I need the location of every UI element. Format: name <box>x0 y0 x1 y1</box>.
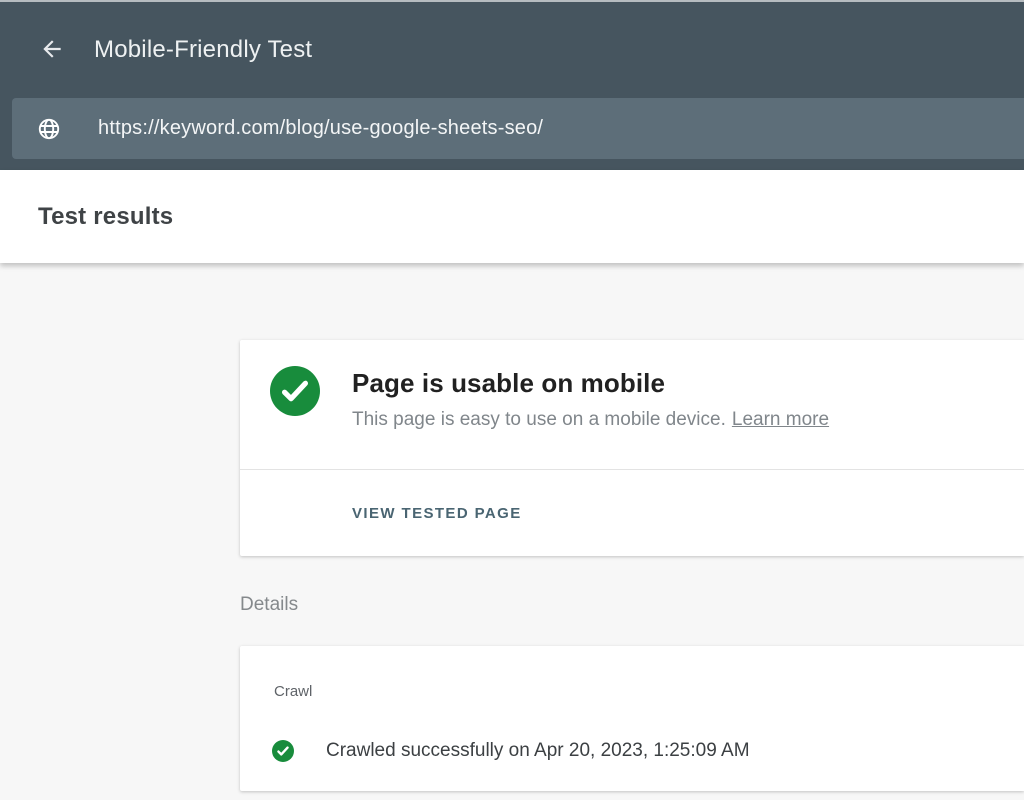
summary-text: Page is usable on mobile This page is ea… <box>352 368 829 431</box>
back-button[interactable] <box>38 36 66 64</box>
app-header: Mobile-Friendly Test https://keyword.com… <box>0 2 1024 170</box>
check-circle-icon <box>272 740 294 762</box>
check-circle-icon <box>270 366 320 416</box>
globe-icon <box>37 117 61 141</box>
result-summary: Page is usable on mobile This page is ea… <box>240 340 1024 470</box>
status-description-text: This page is easy to use on a mobile dev… <box>352 409 726 430</box>
view-tested-page-button[interactable]: VIEW TESTED PAGE <box>352 505 522 522</box>
card-actions: VIEW TESTED PAGE <box>240 470 1024 556</box>
crawl-status-row: Crawled successfully on Apr 20, 2023, 1:… <box>272 740 1024 762</box>
tested-url: https://keyword.com/blog/use-google-shee… <box>98 117 543 140</box>
app-header-row: Mobile-Friendly Test <box>0 2 1024 98</box>
content-area: Page is usable on mobile This page is ea… <box>0 263 1024 791</box>
results-bar: Test results <box>0 170 1024 263</box>
app-title: Mobile-Friendly Test <box>94 36 312 64</box>
crawl-status-text: Crawled successfully on Apr 20, 2023, 1:… <box>326 740 750 762</box>
crawl-card: Crawl Crawled successfully on Apr 20, 20… <box>240 646 1024 791</box>
page-title: Test results <box>38 203 173 231</box>
status-title: Page is usable on mobile <box>352 368 829 399</box>
learn-more-link[interactable]: Learn more <box>732 409 829 430</box>
result-card: Page is usable on mobile This page is ea… <box>240 340 1024 556</box>
arrow-left-icon <box>39 36 65 65</box>
status-description: This page is easy to use on a mobile dev… <box>352 409 829 431</box>
details-heading: Details <box>240 594 1024 616</box>
crawl-section-label: Crawl <box>274 683 1024 700</box>
url-bar[interactable]: https://keyword.com/blog/use-google-shee… <box>12 98 1024 159</box>
